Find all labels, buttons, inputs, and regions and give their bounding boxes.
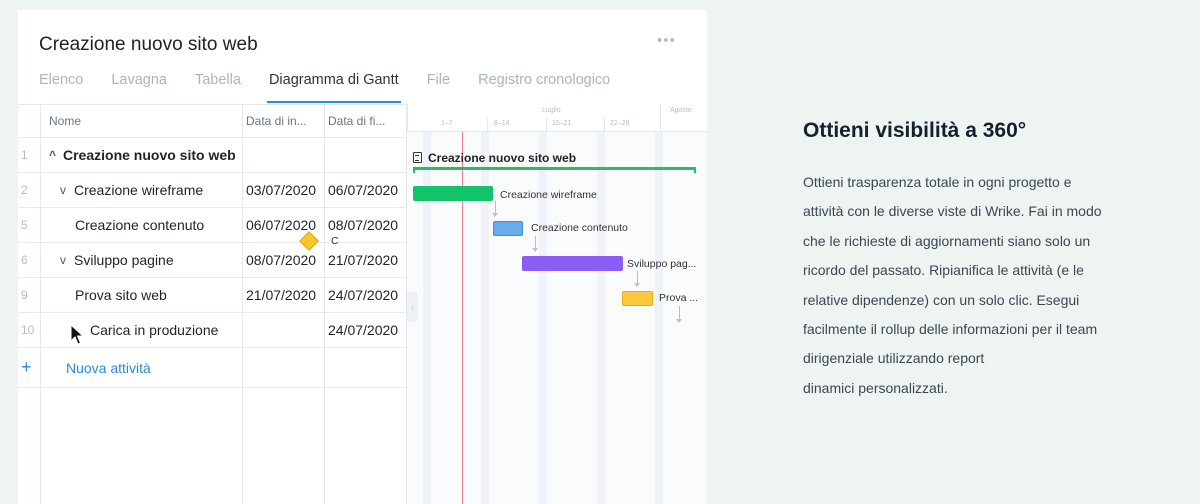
description-line: facilmente il rollup delle informazioni … xyxy=(803,321,1098,338)
gantt-week: 22–28 xyxy=(610,120,630,127)
gantt-weekend xyxy=(597,132,605,504)
column-divider xyxy=(242,104,243,504)
task-name[interactable]: Creazione contenuto xyxy=(40,208,242,242)
end-date[interactable]: 21/07/2020 xyxy=(324,243,406,277)
add-task-button[interactable]: Nuova attività xyxy=(40,348,242,387)
chevron-up-icon[interactable]: ^ xyxy=(49,148,63,162)
gantt-bar-sviluppo[interactable] xyxy=(522,256,623,271)
table-row[interactable]: 9 Prova sito web 21/07/2020 24/07/2020 xyxy=(18,278,406,313)
row-number: 5 xyxy=(21,218,28,232)
dependency-arrow-icon xyxy=(634,283,640,287)
start-date[interactable]: 03/07/2020 xyxy=(242,173,324,207)
description-line: attività con le diverse viste di Wrike. … xyxy=(803,203,1102,220)
start-date[interactable]: 21/07/2020 xyxy=(242,278,324,312)
task-name-label: Creazione wireframe xyxy=(74,182,204,198)
project-title: Creazione nuovo sito web xyxy=(39,34,258,55)
task-name-label: Creazione nuovo sito web xyxy=(63,147,236,163)
end-date[interactable]: 24/07/2020 xyxy=(324,313,406,347)
chevron-down-icon[interactable]: v xyxy=(60,253,74,267)
project-card: Creazione nuovo sito web ••• Elenco Lava… xyxy=(18,10,707,504)
feature-heading: Ottieni visibilità a 360° xyxy=(803,119,1027,142)
task-name[interactable]: v Sviluppo pagine xyxy=(40,243,242,277)
dependency-arrow-icon xyxy=(492,213,498,217)
start-date[interactable] xyxy=(242,313,324,347)
task-table: Nome Data di in... Data di fi... 1 ^ Crea… xyxy=(18,104,406,504)
chevron-down-icon[interactable]: v xyxy=(60,183,74,197)
gantt-month: Agosto xyxy=(670,107,692,114)
feature-description: Ottieni trasparenza totale in ogni proge… xyxy=(803,168,1163,403)
gantt-label-milestone: C xyxy=(331,235,339,247)
table-row[interactable]: 1 ^ Creazione nuovo sito web xyxy=(18,138,406,173)
gantt-divider xyxy=(660,104,661,132)
collapse-handle-icon[interactable]: ‹ xyxy=(407,292,418,322)
row-number: 2 xyxy=(21,183,28,197)
gantt-label-prova: Prova ... xyxy=(659,292,699,304)
tab-registro-cronologico[interactable]: Registro cronologico xyxy=(478,71,610,103)
gantt-week: 15–21 xyxy=(552,120,572,127)
column-header-end-date[interactable]: Data di fi... xyxy=(324,105,406,137)
start-date[interactable] xyxy=(242,138,324,172)
mouse-cursor-icon xyxy=(70,324,84,345)
row-number: 1 xyxy=(21,148,28,162)
description-line: Ottieni trasparenza totale in ogni proge… xyxy=(803,174,1072,190)
add-task-row[interactable]: + Nuova attività xyxy=(18,348,406,388)
end-date[interactable] xyxy=(324,138,406,172)
gantt-timeline-header: Luglio Agosto 1–7 8–14 15–21 22–28 xyxy=(407,104,707,132)
description-line: dirigenziale utilizzando report xyxy=(803,350,985,367)
gantt-bar-wireframe[interactable] xyxy=(413,186,493,201)
tab-tabella[interactable]: Tabella xyxy=(195,71,241,103)
gantt-label-sviluppo: Sviluppo pag... xyxy=(627,258,697,270)
column-divider xyxy=(40,104,41,504)
gantt-week: 1–7 xyxy=(441,120,453,127)
more-options-icon[interactable]: ••• xyxy=(657,32,676,49)
description-line: che le richieste di aggiornamenti siano … xyxy=(803,232,1091,249)
gantt-project-label: Creazione nuovo sito web xyxy=(428,151,577,165)
description-line: relative dipendenze) con un solo clic. E… xyxy=(803,291,1080,308)
end-date[interactable]: 06/07/2020 xyxy=(324,173,406,207)
plus-icon[interactable]: + xyxy=(18,348,40,387)
table-row[interactable]: 6 v Sviluppo pagine 08/07/2020 21/07/2020 xyxy=(18,243,406,278)
task-name-label: Sviluppo pagine xyxy=(74,252,174,268)
dependency-line xyxy=(679,306,680,320)
table-row[interactable]: 5 Creazione contenuto 06/07/2020 08/07/2… xyxy=(18,208,406,243)
dependency-arrow-icon xyxy=(532,248,538,252)
task-name[interactable]: Prova sito web xyxy=(40,278,242,312)
gantt-label-contenuto: Creazione contenuto xyxy=(531,222,628,234)
dependency-arrow-icon xyxy=(676,319,682,323)
gantt-divider xyxy=(604,117,605,132)
project-icon xyxy=(413,152,422,163)
gantt-project-bar[interactable] xyxy=(413,167,696,173)
gantt-week: 8–14 xyxy=(494,120,510,127)
task-name[interactable]: ^ Creazione nuovo sito web xyxy=(40,138,242,172)
gantt-divider xyxy=(487,117,488,132)
gantt-bar-contenuto[interactable] xyxy=(493,221,523,236)
row-number: 9 xyxy=(21,288,28,302)
gantt-divider xyxy=(546,117,547,132)
gantt-chart: Luglio Agosto 1–7 8–14 15–21 22–28 ‹ Cre… xyxy=(407,104,707,504)
gantt-weekend xyxy=(539,132,547,504)
tab-diagramma-di-gantt[interactable]: Diagramma di Gantt xyxy=(266,71,401,103)
column-header-name[interactable]: Nome xyxy=(40,105,242,137)
row-number: 6 xyxy=(21,253,28,267)
tab-file[interactable]: File xyxy=(427,71,450,103)
gantt-weekend xyxy=(655,132,663,504)
table-row[interactable]: 2 v Creazione wireframe 03/07/2020 06/07/… xyxy=(18,173,406,208)
gantt-bar-prova[interactable] xyxy=(622,291,653,306)
row-number: 10 xyxy=(21,323,35,337)
gantt-month: Luglio xyxy=(542,107,561,114)
tab-lavagna[interactable]: Lavagna xyxy=(111,71,167,103)
tab-elenco[interactable]: Elenco xyxy=(39,71,83,103)
description-line: dinamici personalizzati. xyxy=(803,379,948,396)
table-header: Nome Data di in... Data di fi... xyxy=(18,105,406,138)
gantt-divider xyxy=(407,104,408,132)
column-header-start-date[interactable]: Data di in... xyxy=(242,105,324,137)
gantt-label-wireframe: Creazione wireframe xyxy=(500,189,597,201)
description-line: ricordo del passato. Ripianifica le atti… xyxy=(803,262,1084,279)
view-tabs: Elenco Lavagna Tabella Diagramma di Gant… xyxy=(39,71,638,103)
end-date[interactable]: 24/07/2020 xyxy=(324,278,406,312)
task-name[interactable]: v Creazione wireframe xyxy=(40,173,242,207)
column-divider xyxy=(324,104,325,504)
